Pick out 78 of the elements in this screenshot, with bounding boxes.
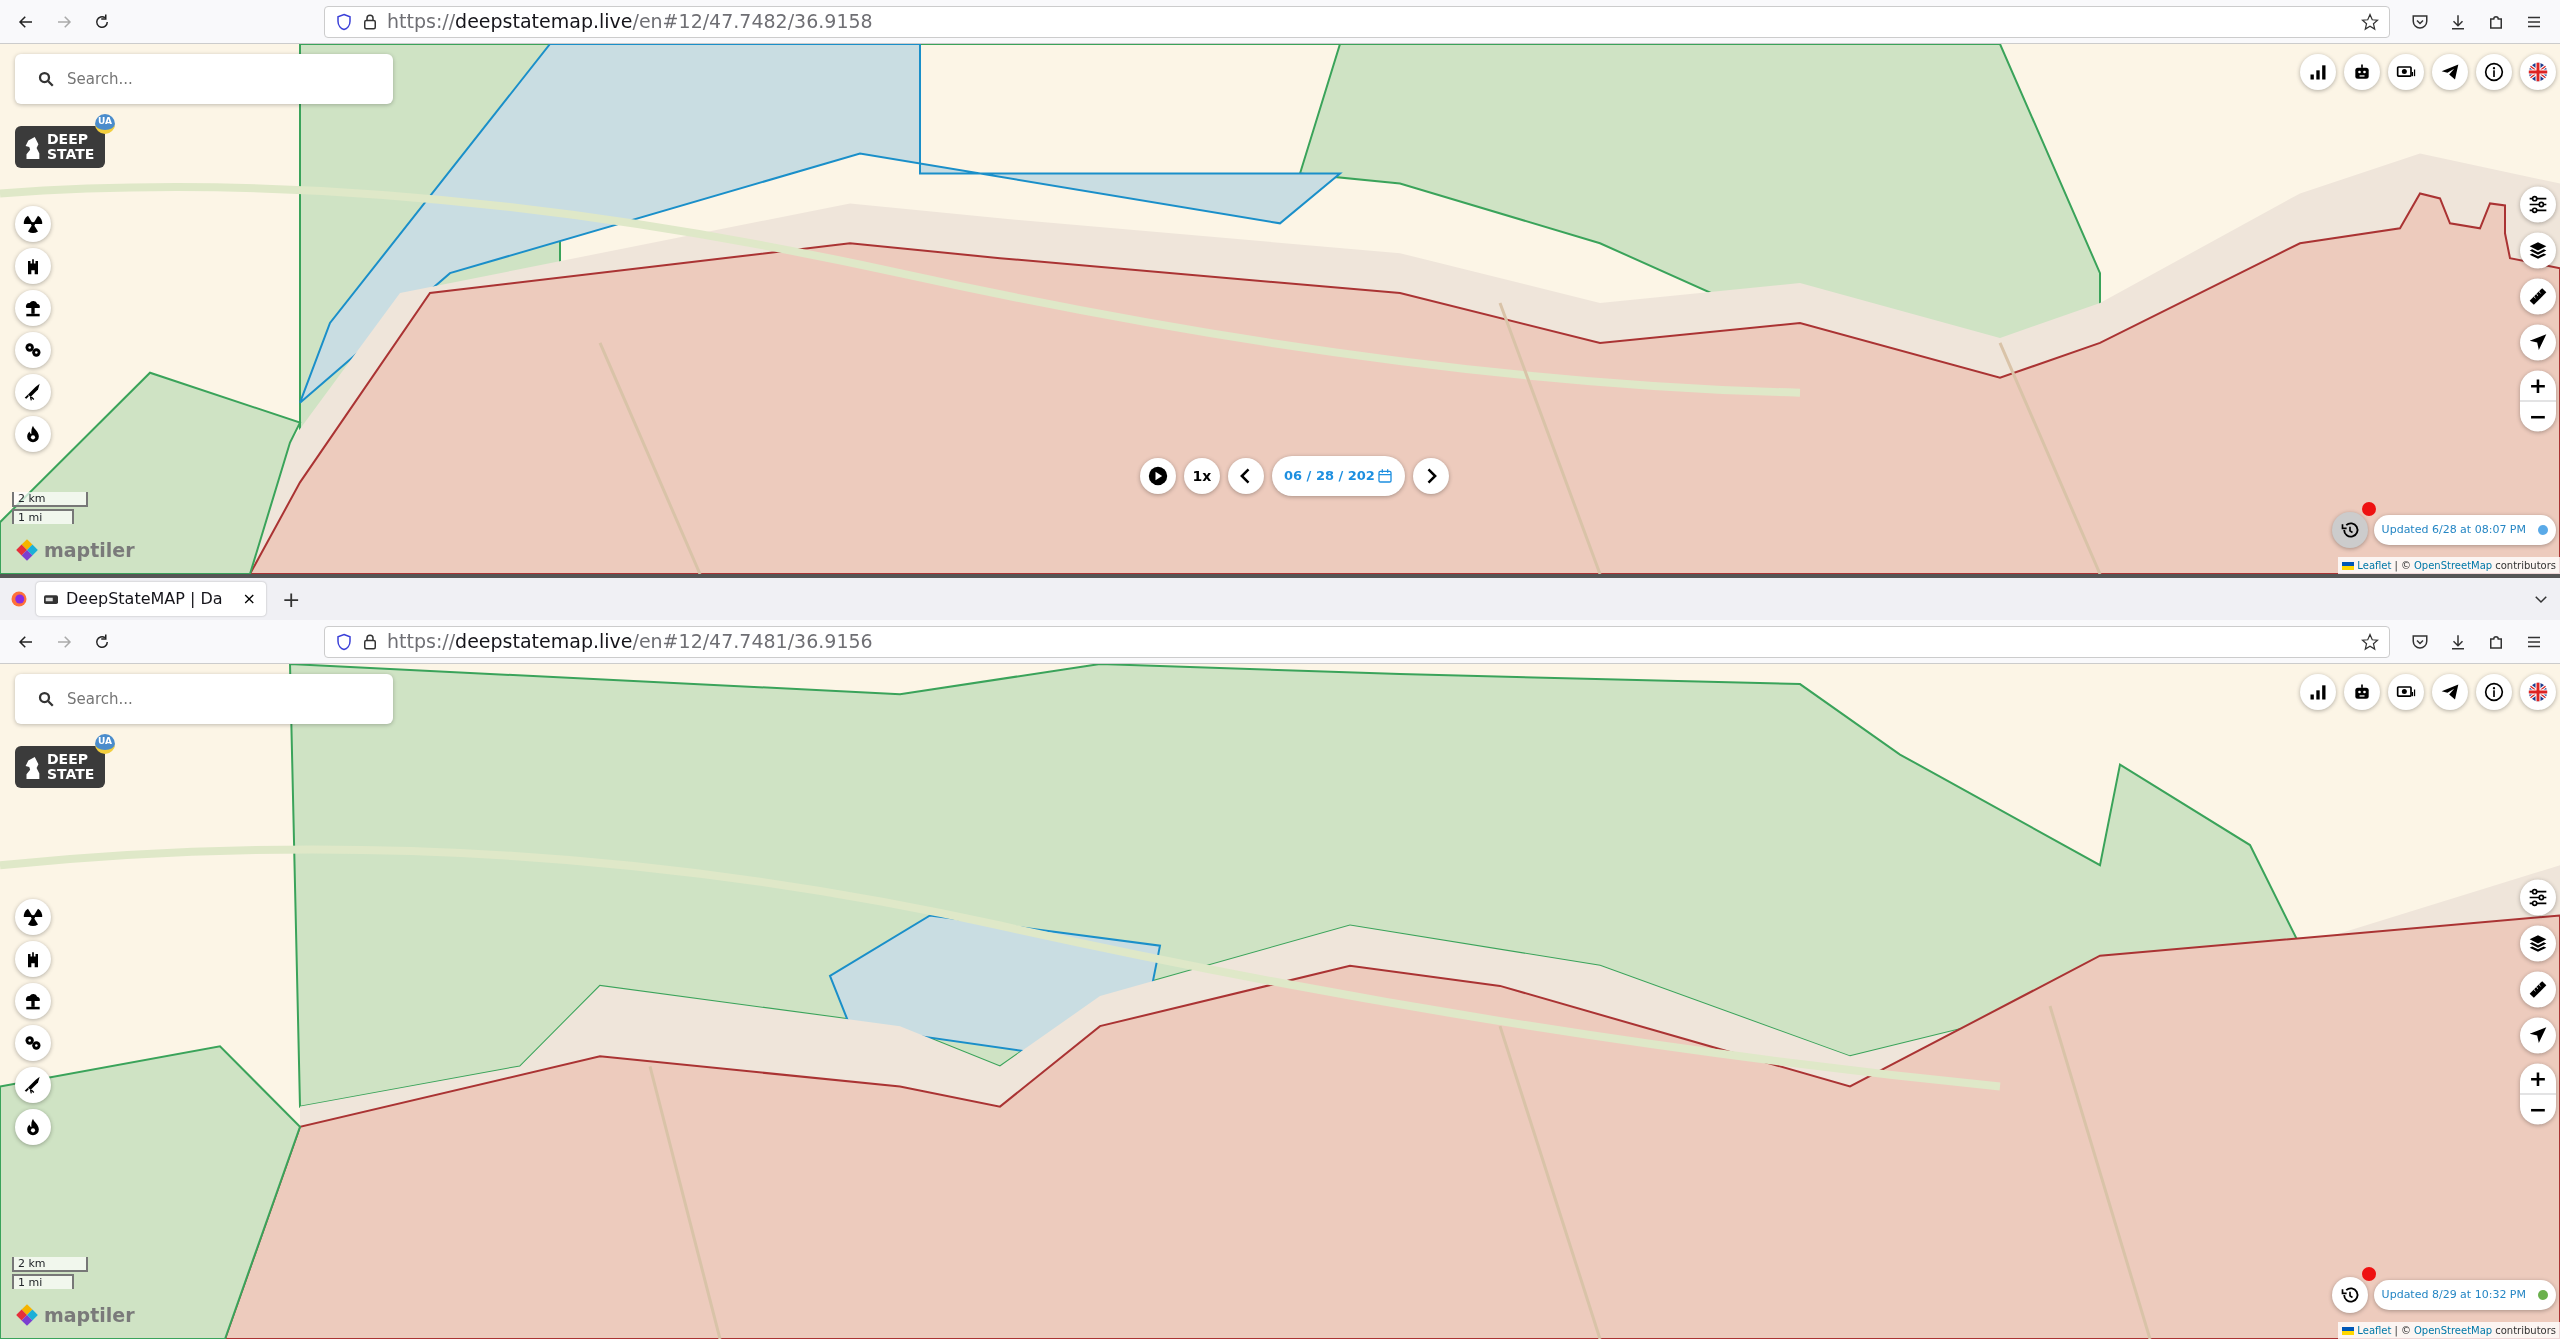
robot-icon: [2352, 62, 2372, 82]
reload-icon: [93, 632, 111, 651]
browser-tab[interactable]: DeepStateMAP | Da: [66, 587, 233, 611]
attribution-text: contributors: [2495, 1324, 2556, 1338]
attribution-text: | ©: [2394, 1324, 2411, 1338]
bar-chart-icon: [2308, 62, 2328, 82]
address-bar[interactable]: https://deepstatemap.live/en#12/47.7482/36.9158: [324, 5, 2390, 38]
calendar-icon: [1376, 468, 1393, 484]
leaflet-link[interactable]: Leaflet: [2357, 1323, 2392, 1338]
navigation-arrow-icon: [2528, 1025, 2548, 1045]
cloud-icon: [23, 298, 43, 318]
shield-icon: [335, 12, 353, 31]
star-icon: [2361, 12, 2379, 31]
download-icon: [2449, 632, 2467, 651]
layers-icon: [2528, 933, 2548, 953]
scale-bar: 1 mi: [12, 1274, 74, 1289]
updated-text: Updated 8/29 at 10:32 PM: [2381, 1286, 2526, 1303]
paper-plane-icon: [2440, 682, 2460, 702]
logo-text: STATE: [47, 767, 95, 782]
attribution-text: contributors: [2495, 559, 2556, 573]
paper-plane-icon: [2440, 62, 2460, 82]
lock-icon: [361, 12, 379, 31]
logo-text: STATE: [47, 147, 95, 162]
radiation-icon: [23, 906, 43, 927]
logo-text: DEEP: [47, 752, 89, 767]
search-field[interactable]: Search...: [15, 674, 393, 724]
sliders-icon: [2528, 887, 2548, 907]
scale-bar: 2 km: [12, 1257, 88, 1272]
info-icon: [2484, 682, 2504, 702]
pocket-icon: [2411, 632, 2429, 651]
history-icon: [2339, 1285, 2360, 1305]
layers-icon: [2528, 240, 2548, 261]
logo-text: DEEP: [47, 132, 89, 147]
flag-icon: [2528, 682, 2548, 702]
updated-pill[interactable]: Updated 6/28 at 08:07 PM: [2373, 515, 2556, 545]
url-text: https://deepstatemap.live/en#12/47.7481/36.9156: [387, 629, 873, 655]
ruler-icon: [2528, 286, 2548, 307]
address-bar[interactable]: https://deepstatemap.live/en#12/47.7481/36.9156: [324, 625, 2390, 658]
tab-close-button[interactable]: ×: [240, 587, 258, 611]
updated-pill[interactable]: Updated 8/29 at 10:32 PM: [2373, 1280, 2556, 1310]
robot-icon: [2352, 682, 2372, 702]
play-icon: [1148, 466, 1168, 486]
zoom-out-button[interactable]: −: [2520, 1094, 2556, 1124]
scale-bar: 2 km: [12, 492, 88, 507]
history-icon: [2339, 520, 2360, 540]
maptiler-logo-text: maptiler: [44, 537, 135, 563]
zoom-in-button[interactable]: +: [2520, 1063, 2556, 1093]
lock-icon: [361, 632, 379, 651]
zoom-in-button[interactable]: +: [2520, 370, 2556, 401]
zoom-out-button[interactable]: −: [2520, 401, 2556, 432]
search-field[interactable]: Search...: [15, 54, 393, 104]
download-icon: [2449, 12, 2467, 31]
ruler-icon: [2528, 979, 2548, 999]
url-text: https://deepstatemap.live/en#12/47.7482/36.9158: [387, 9, 873, 35]
maptiler-logo-text: maptiler: [44, 1302, 135, 1328]
shield-icon: [335, 632, 353, 651]
info-icon: [2484, 62, 2504, 82]
attribution-text: | ©: [2394, 559, 2411, 573]
updated-text: Updated 6/28 at 08:07 PM: [2381, 521, 2526, 538]
bar-chart-icon: [2308, 682, 2328, 702]
openstreetmap-link[interactable]: OpenStreetMap: [2414, 1323, 2493, 1338]
sliders-icon: [2528, 194, 2548, 215]
tab-favicon-icon: [44, 594, 58, 604]
reload-icon: [93, 12, 111, 31]
scale-bar: 1 mi: [12, 509, 74, 524]
new-tab-button[interactable]: +: [274, 582, 309, 616]
deep-state-logo[interactable]: DEEP STATE: [15, 126, 105, 168]
leaflet-link[interactable]: Leaflet: [2357, 558, 2392, 573]
star-icon: [2361, 632, 2379, 651]
radiation-icon: [23, 214, 43, 234]
openstreetmap-link[interactable]: OpenStreetMap: [2414, 558, 2493, 573]
gears-icon: [23, 340, 43, 360]
deep-state-logo[interactable]: DEEP STATE: [15, 746, 105, 788]
ukraine-flag-icon: [2342, 1326, 2355, 1335]
ukraine-flag-icon: [2342, 561, 2355, 570]
pocket-icon: [2411, 12, 2429, 31]
flag-icon: [2528, 62, 2548, 82]
browser-logo-icon: [10, 590, 28, 608]
